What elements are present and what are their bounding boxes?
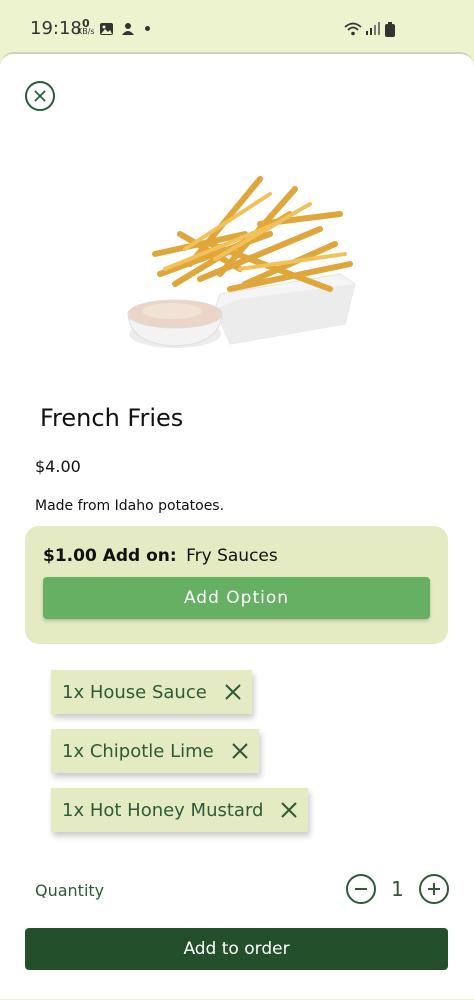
product-image	[127, 176, 356, 348]
remove-option-button[interactable]	[281, 802, 298, 818]
selected-option-chip: 1x House Sauce	[51, 670, 252, 714]
addon-heading: $1.00 Add on: Fry Sauces	[43, 546, 278, 566]
selected-option-label: 1x House Sauce	[62, 681, 207, 703]
battery-icon	[385, 22, 395, 37]
network-speed: 0 KB/s	[77, 18, 95, 36]
product-price: $4.00	[35, 457, 81, 476]
minus-icon	[355, 888, 367, 890]
addon-group-name: Fry Sauces	[186, 546, 278, 566]
close-button[interactable]	[25, 81, 55, 111]
remove-option-button[interactable]	[232, 743, 248, 759]
add-to-order-button[interactable]: Add to order	[25, 928, 448, 970]
selected-option-label: 1x Hot Honey Mustard	[62, 799, 264, 821]
status-time: 19:18	[30, 18, 82, 39]
signal-icon	[366, 22, 380, 35]
decrease-quantity-button[interactable]	[346, 874, 376, 904]
profile-icon	[122, 23, 134, 35]
selected-option-label: 1x Chipotle Lime	[62, 740, 214, 762]
selected-option-chip: 1x Chipotle Lime	[51, 729, 259, 773]
close-icon	[225, 684, 241, 700]
quantity-label: Quantity	[35, 881, 105, 900]
network-speed-unit: KB/s	[77, 27, 95, 36]
image-icon	[100, 23, 113, 35]
close-icon	[281, 802, 298, 818]
remove-option-button[interactable]	[225, 684, 241, 700]
product-sheet: French Fries $4.00 Made from Idaho potat…	[0, 52, 474, 999]
quantity-value: 1	[391, 877, 404, 901]
increase-quantity-button[interactable]	[419, 874, 449, 904]
addon-card: $1.00 Add on: Fry Sauces Add Option	[25, 526, 448, 644]
product-title: French Fries	[40, 404, 184, 432]
wifi-icon	[344, 22, 362, 36]
plus-icon	[428, 883, 440, 895]
add-option-button[interactable]: Add Option	[43, 577, 430, 619]
selected-option-chip: 1x Hot Honey Mustard	[51, 788, 309, 832]
notification-dot-icon	[145, 26, 150, 31]
product-description: Made from Idaho potatoes.	[35, 498, 225, 514]
addon-price-label: $1.00 Add on:	[43, 546, 177, 566]
status-bar: 19:18 0 KB/s	[0, 0, 474, 52]
close-icon	[232, 743, 248, 759]
close-icon	[34, 90, 46, 102]
